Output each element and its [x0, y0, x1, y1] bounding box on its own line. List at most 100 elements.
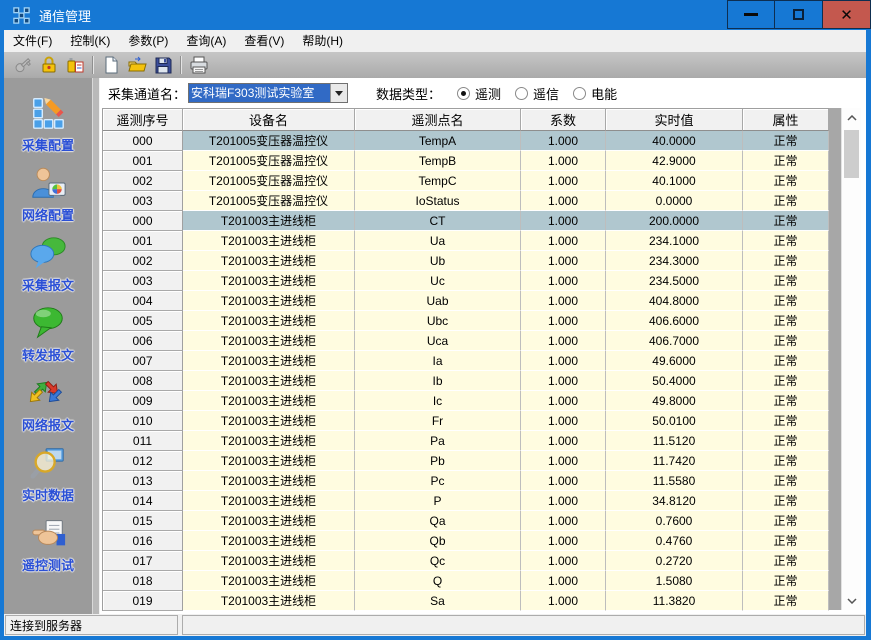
- coef-cell[interactable]: 1.000: [521, 451, 606, 471]
- device-cell[interactable]: T201005变压器温控仪: [183, 171, 355, 191]
- sidebar-item-remote-test[interactable]: 遥控测试: [6, 508, 90, 578]
- status-cell[interactable]: 正常: [743, 551, 829, 571]
- seq-cell[interactable]: 014: [103, 491, 183, 511]
- point-cell[interactable]: Qa: [355, 511, 521, 531]
- value-cell[interactable]: 11.3820: [606, 591, 743, 611]
- status-cell[interactable]: 正常: [743, 571, 829, 591]
- point-cell[interactable]: Ic: [355, 391, 521, 411]
- table-row[interactable]: 002T201003主进线柜Ub1.000234.3000正常: [103, 251, 829, 271]
- device-cell[interactable]: T201003主进线柜: [183, 531, 355, 551]
- value-cell[interactable]: 234.1000: [606, 231, 743, 251]
- seq-cell[interactable]: 003: [103, 191, 183, 211]
- point-cell[interactable]: Pb: [355, 451, 521, 471]
- value-cell[interactable]: 0.7600: [606, 511, 743, 531]
- point-cell[interactable]: Ia: [355, 351, 521, 371]
- save-button[interactable]: [151, 54, 175, 76]
- column-header-coef[interactable]: 系数: [521, 109, 606, 131]
- column-header-value[interactable]: 实时值: [606, 109, 743, 131]
- seq-cell[interactable]: 001: [103, 151, 183, 171]
- scrollbar-thumb[interactable]: [844, 130, 859, 178]
- coef-cell[interactable]: 1.000: [521, 431, 606, 451]
- table-row[interactable]: 009T201003主进线柜Ic1.00049.8000正常: [103, 391, 829, 411]
- value-cell[interactable]: 0.4760: [606, 531, 743, 551]
- table-row[interactable]: 008T201003主进线柜Ib1.00050.4000正常: [103, 371, 829, 391]
- device-cell[interactable]: T201005变压器温控仪: [183, 131, 355, 151]
- coef-cell[interactable]: 1.000: [521, 551, 606, 571]
- device-cell[interactable]: T201003主进线柜: [183, 231, 355, 251]
- scroll-down-button[interactable]: [842, 591, 861, 610]
- status-cell[interactable]: 正常: [743, 331, 829, 351]
- coef-cell[interactable]: 1.000: [521, 271, 606, 291]
- value-cell[interactable]: 406.6000: [606, 311, 743, 331]
- status-cell[interactable]: 正常: [743, 291, 829, 311]
- device-cell[interactable]: T201003主进线柜: [183, 291, 355, 311]
- status-cell[interactable]: 正常: [743, 171, 829, 191]
- value-cell[interactable]: 50.0100: [606, 411, 743, 431]
- menu-view[interactable]: 查看(V): [235, 30, 293, 52]
- seq-cell[interactable]: 002: [103, 251, 183, 271]
- device-cell[interactable]: T201003主进线柜: [183, 551, 355, 571]
- menu-params[interactable]: 参数(P): [119, 30, 177, 52]
- table-row[interactable]: 007T201003主进线柜Ia1.00049.6000正常: [103, 351, 829, 371]
- print-button[interactable]: [187, 54, 211, 76]
- scroll-up-button[interactable]: [842, 108, 861, 127]
- device-cell[interactable]: T201003主进线柜: [183, 511, 355, 531]
- point-cell[interactable]: Pc: [355, 471, 521, 491]
- point-cell[interactable]: Qc: [355, 551, 521, 571]
- table-row[interactable]: 018T201003主进线柜Q1.0001.5080正常: [103, 571, 829, 591]
- table-row[interactable]: 001T201003主进线柜Ua1.000234.1000正常: [103, 231, 829, 251]
- table-row[interactable]: 016T201003主进线柜Qb1.0000.4760正常: [103, 531, 829, 551]
- column-header-point[interactable]: 遥测点名: [355, 109, 521, 131]
- device-cell[interactable]: T201003主进线柜: [183, 431, 355, 451]
- coef-cell[interactable]: 1.000: [521, 371, 606, 391]
- seq-cell[interactable]: 016: [103, 531, 183, 551]
- point-cell[interactable]: Ub: [355, 251, 521, 271]
- table-row[interactable]: 010T201003主进线柜Fr1.00050.0100正常: [103, 411, 829, 431]
- seq-cell[interactable]: 018: [103, 571, 183, 591]
- status-cell[interactable]: 正常: [743, 411, 829, 431]
- device-cell[interactable]: T201003主进线柜: [183, 251, 355, 271]
- device-cell[interactable]: T201003主进线柜: [183, 371, 355, 391]
- minimize-button[interactable]: [727, 0, 775, 29]
- seq-cell[interactable]: 017: [103, 551, 183, 571]
- table-row[interactable]: 015T201003主进线柜Qa1.0000.7600正常: [103, 511, 829, 531]
- lock-button[interactable]: [37, 54, 61, 76]
- device-cell[interactable]: T201003主进线柜: [183, 351, 355, 371]
- menu-control[interactable]: 控制(K): [61, 30, 119, 52]
- menu-help[interactable]: 帮助(H): [293, 30, 352, 52]
- value-cell[interactable]: 11.5580: [606, 471, 743, 491]
- seq-cell[interactable]: 010: [103, 411, 183, 431]
- menu-file[interactable]: 文件(F): [4, 30, 61, 52]
- point-cell[interactable]: Uc: [355, 271, 521, 291]
- coef-cell[interactable]: 1.000: [521, 471, 606, 491]
- table-row[interactable]: 014T201003主进线柜P1.00034.8120正常: [103, 491, 829, 511]
- status-cell[interactable]: 正常: [743, 491, 829, 511]
- table-row[interactable]: 004T201003主进线柜Uab1.000404.8000正常: [103, 291, 829, 311]
- device-cell[interactable]: T201005变压器温控仪: [183, 191, 355, 211]
- coef-cell[interactable]: 1.000: [521, 231, 606, 251]
- point-cell[interactable]: Ubc: [355, 311, 521, 331]
- seq-cell[interactable]: 002: [103, 171, 183, 191]
- seq-cell[interactable]: 011: [103, 431, 183, 451]
- value-cell[interactable]: 49.8000: [606, 391, 743, 411]
- device-cell[interactable]: T201003主进线柜: [183, 311, 355, 331]
- table-row[interactable]: 013T201003主进线柜Pc1.00011.5580正常: [103, 471, 829, 491]
- point-cell[interactable]: TempA: [355, 131, 521, 151]
- coef-cell[interactable]: 1.000: [521, 351, 606, 371]
- coef-cell[interactable]: 1.000: [521, 571, 606, 591]
- value-cell[interactable]: 40.0000: [606, 131, 743, 151]
- seq-cell[interactable]: 012: [103, 451, 183, 471]
- device-cell[interactable]: T201003主进线柜: [183, 391, 355, 411]
- value-cell[interactable]: 200.0000: [606, 211, 743, 231]
- seq-cell[interactable]: 003: [103, 271, 183, 291]
- device-cell[interactable]: T201003主进线柜: [183, 411, 355, 431]
- status-cell[interactable]: 正常: [743, 391, 829, 411]
- maximize-button[interactable]: [775, 0, 823, 29]
- coef-cell[interactable]: 1.000: [521, 411, 606, 431]
- value-cell[interactable]: 11.5120: [606, 431, 743, 451]
- table-row[interactable]: 003T201005变压器温控仪IoStatus1.0000.0000正常: [103, 191, 829, 211]
- device-cell[interactable]: T201003主进线柜: [183, 591, 355, 611]
- coef-cell[interactable]: 1.000: [521, 391, 606, 411]
- status-cell[interactable]: 正常: [743, 191, 829, 211]
- point-cell[interactable]: Uab: [355, 291, 521, 311]
